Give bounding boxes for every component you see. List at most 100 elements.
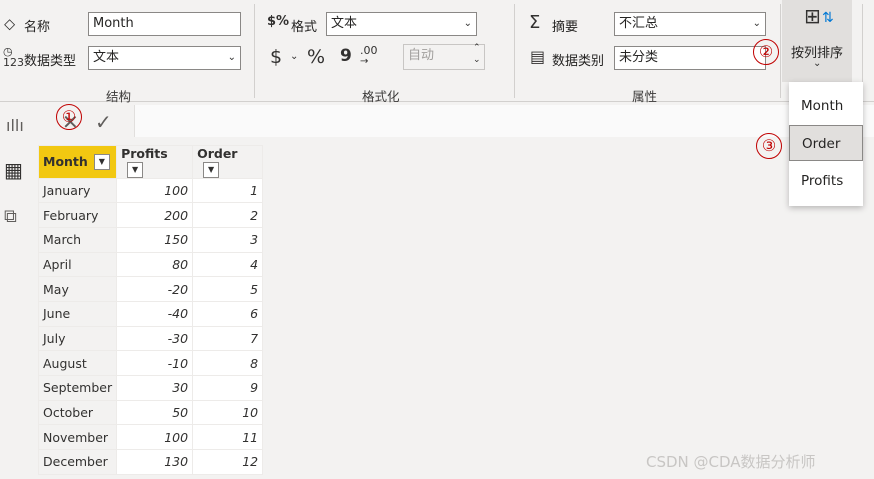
month-cell: December bbox=[37, 449, 118, 475]
profits-cell: -20 bbox=[116, 276, 194, 302]
chevron-down-icon[interactable]: ⌄ bbox=[290, 51, 298, 62]
stepper-up-icon[interactable]: ⌃ bbox=[473, 43, 481, 53]
month-cell: January bbox=[37, 177, 118, 204]
filter-dropdown-icon[interactable]: ▼ bbox=[93, 154, 110, 170]
format-label: 格式 bbox=[291, 20, 318, 35]
name-input[interactable]: Month bbox=[88, 12, 241, 36]
data-category-icon: ▤ bbox=[530, 47, 546, 66]
table-row: June -40 6 bbox=[37, 300, 264, 327]
datatype-dropdown[interactable]: 文本 ⌄ bbox=[88, 46, 241, 70]
profits-cell: 80 bbox=[116, 251, 194, 278]
month-cell: November bbox=[37, 424, 118, 451]
sort-menu-item-profits[interactable]: Profits bbox=[789, 163, 863, 199]
table-row: October 50 10 bbox=[37, 399, 264, 426]
order-cell: 9 bbox=[192, 375, 264, 401]
profits-cell: 200 bbox=[116, 202, 194, 228]
order-cell: 3 bbox=[192, 226, 264, 253]
order-cell: 1 bbox=[192, 177, 264, 204]
month-cell: June bbox=[37, 300, 118, 327]
chevron-down-icon: ⌄ bbox=[227, 52, 236, 63]
order-cell: 10 bbox=[192, 399, 264, 426]
formatting-group-label: 格式化 bbox=[362, 89, 400, 104]
format-dropdown[interactable]: 文本 ⌄ bbox=[326, 12, 477, 36]
profits-cell: -10 bbox=[116, 350, 194, 376]
table-row: August -10 8 bbox=[37, 350, 264, 376]
format-value: 文本 bbox=[331, 16, 358, 31]
category-label: 数据类别 bbox=[552, 54, 605, 69]
profits-cell: -40 bbox=[116, 300, 194, 327]
stepper-down-icon[interactable]: ⌄ bbox=[473, 55, 481, 65]
month-cell: September bbox=[37, 375, 118, 401]
table-row: July -30 7 bbox=[37, 325, 264, 352]
summarize-value: 不汇总 bbox=[619, 16, 659, 31]
profits-cell: 150 bbox=[116, 226, 194, 253]
ribbon: ⬦ 名称 Month ◷ 123 数据类型 文本 ⌄ 结构 $% 格式 文本 ⌄ … bbox=[0, 0, 874, 104]
arrow-right-icon: → bbox=[360, 56, 369, 67]
table-row: January 100 1 bbox=[37, 177, 264, 204]
chevron-down-icon: ⌄ bbox=[463, 18, 472, 29]
order-cell: 12 bbox=[192, 449, 264, 475]
sort-by-column-button[interactable]: ⊞ ⇅ 按列排序 ⌄ bbox=[782, 0, 852, 82]
chevron-down-icon: ⌄ bbox=[752, 18, 761, 29]
column-header-order[interactable]: Order▼ bbox=[192, 145, 264, 179]
properties-group-label: 属性 bbox=[632, 89, 658, 104]
datatype-icon: ◷ 123 bbox=[3, 45, 24, 69]
data-table: Month ▼ Profits▼ Order▼ January 100 1 Februa… bbox=[37, 145, 264, 475]
table-row: April 80 4 bbox=[37, 251, 264, 278]
report-view-icon[interactable]: ıllı bbox=[6, 116, 24, 135]
name-label: 名称 bbox=[24, 20, 51, 35]
column-header-profits[interactable]: Profits▼ bbox=[116, 145, 194, 179]
annotation-marker-3: ③ bbox=[756, 133, 782, 159]
group-divider bbox=[780, 4, 781, 98]
filter-dropdown-icon[interactable]: ▼ bbox=[203, 161, 220, 178]
group-divider bbox=[514, 4, 515, 98]
sort-menu-item-month[interactable]: Month bbox=[789, 88, 863, 124]
watermark: CSDN @CDA数据分析师 bbox=[646, 453, 816, 471]
table-row: February 200 2 bbox=[37, 202, 264, 228]
profits-cell: 30 bbox=[116, 375, 194, 401]
annotation-marker-2: ② bbox=[753, 39, 779, 65]
filter-dropdown-icon[interactable]: ▼ bbox=[127, 161, 144, 178]
order-cell: 4 bbox=[192, 251, 264, 278]
sort-menu-item-order[interactable]: Order bbox=[789, 125, 863, 161]
month-cell: April bbox=[37, 251, 118, 278]
profits-cell: 50 bbox=[116, 399, 194, 426]
summarize-label: 摘要 bbox=[552, 20, 579, 35]
percent-button[interactable]: % bbox=[307, 46, 325, 68]
order-cell: 2 bbox=[192, 202, 264, 228]
month-cell: August bbox=[37, 350, 118, 376]
category-value: 未分类 bbox=[619, 50, 659, 65]
sort-by-column-icon: ⊞ bbox=[804, 4, 821, 28]
table-row: September 30 9 bbox=[37, 375, 264, 401]
month-cell: October bbox=[37, 399, 118, 426]
commit-check-icon[interactable]: ✓ bbox=[95, 110, 112, 134]
format-icon: $% bbox=[267, 14, 290, 29]
table-row: March 150 3 bbox=[37, 226, 264, 253]
tag-icon: ⬦ bbox=[4, 14, 16, 33]
order-cell: 8 bbox=[192, 350, 264, 376]
model-view-icon[interactable]: ⧉ bbox=[4, 206, 17, 227]
profits-cell: 100 bbox=[116, 177, 194, 204]
sigma-icon: Σ bbox=[529, 12, 541, 33]
profits-cell: 130 bbox=[116, 449, 194, 475]
profits-cell: -30 bbox=[116, 325, 194, 352]
table-row: May -20 5 bbox=[37, 276, 264, 302]
column-header-month[interactable]: Month ▼ bbox=[37, 145, 118, 179]
comma-button[interactable]: 9 bbox=[340, 46, 352, 66]
group-divider bbox=[254, 4, 255, 98]
month-cell: May bbox=[37, 276, 118, 302]
table-row: November 100 11 bbox=[37, 424, 264, 451]
formula-input[interactable] bbox=[134, 105, 874, 137]
currency-button[interactable]: $ bbox=[270, 46, 282, 68]
table-view-icon[interactable]: ▦ bbox=[4, 158, 23, 182]
summarize-dropdown[interactable]: 不汇总 ⌄ bbox=[614, 12, 766, 36]
category-dropdown[interactable]: 未分类 bbox=[614, 46, 766, 70]
sort-by-menu: Month Order Profits bbox=[789, 82, 863, 206]
annotation-marker-1: ① bbox=[56, 104, 82, 130]
datatype-label: 数据类型 bbox=[24, 54, 77, 69]
table-row: December 130 12 bbox=[37, 449, 264, 475]
structure-group-label: 结构 bbox=[106, 89, 132, 104]
view-switcher-rail: ıllı ▦ ⧉ bbox=[0, 102, 30, 479]
chevron-down-icon: ⌄ bbox=[813, 58, 822, 69]
table-header-row: Month ▼ Profits▼ Order▼ bbox=[37, 145, 264, 179]
